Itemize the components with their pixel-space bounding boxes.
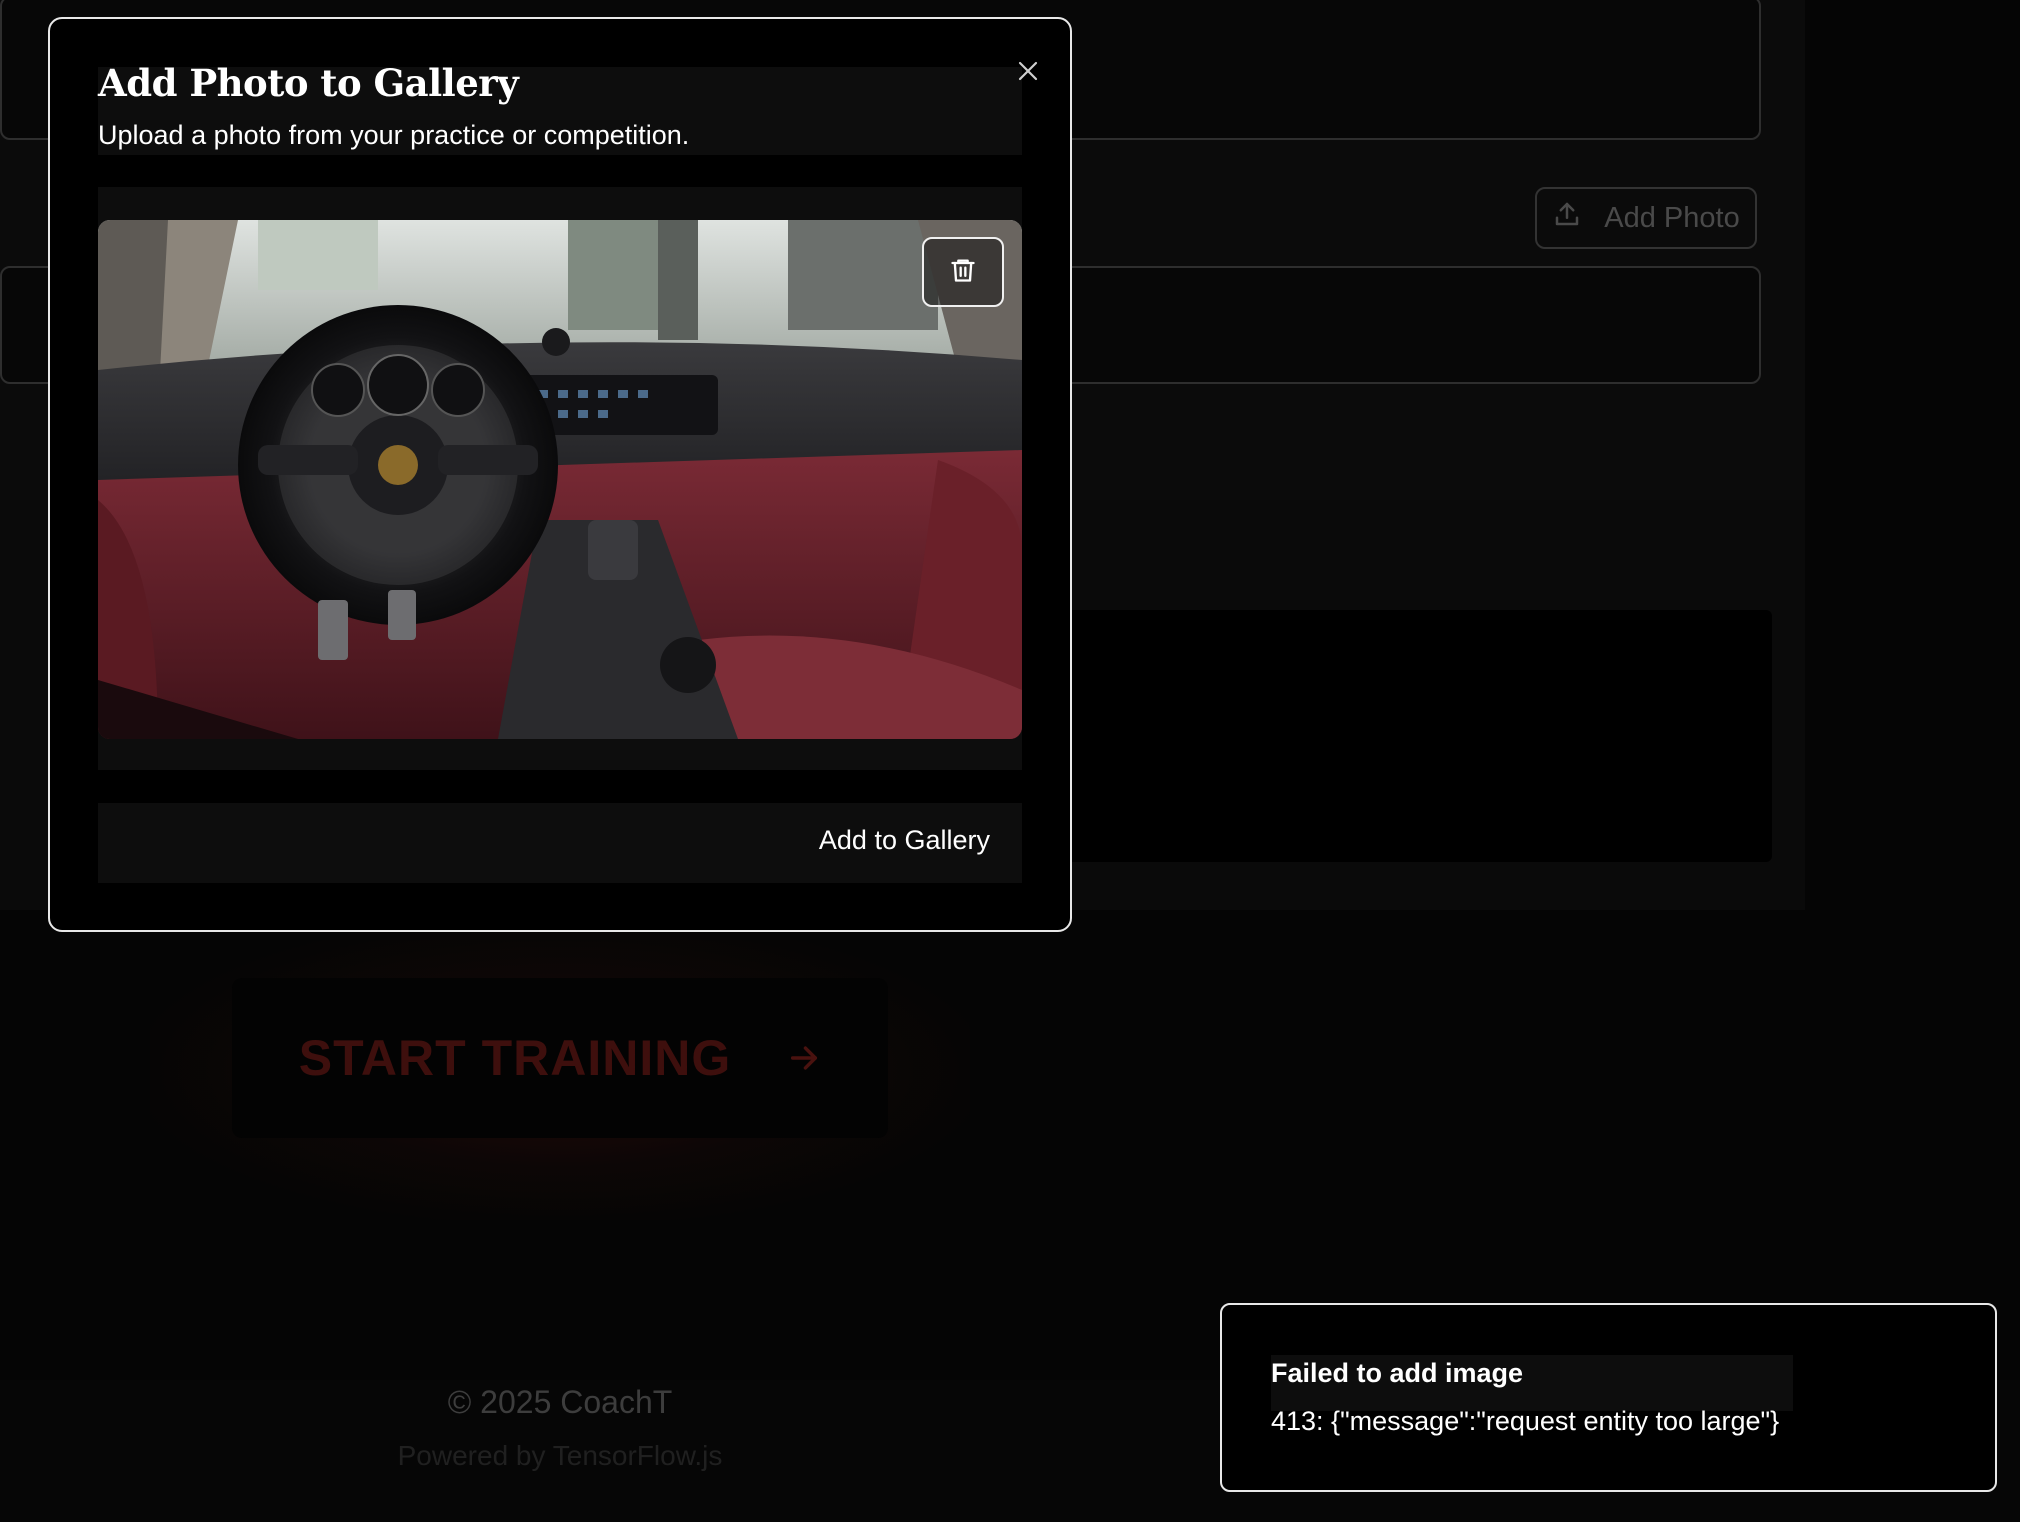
delete-photo-button[interactable] <box>922 237 1004 307</box>
arrow-right-icon <box>787 1029 821 1087</box>
close-button[interactable] <box>1008 53 1048 93</box>
footer-powered-by: Powered by TensorFlow.js <box>397 1440 723 1471</box>
photo-preview <box>98 220 1022 739</box>
start-training-button[interactable]: START TRAINING <box>232 978 888 1138</box>
add-photo-label: Add Photo <box>1604 201 1740 234</box>
dialog-footer: Add to Gallery <box>98 803 1022 883</box>
error-toast: Failed to add image 413: {"message":"req… <box>1220 1303 1997 1492</box>
dialog-subtitle: Upload a photo from your practice or com… <box>98 120 690 150</box>
add-photo-button[interactable]: Add Photo <box>1535 187 1757 249</box>
add-to-gallery-button[interactable]: Add to Gallery <box>819 825 990 856</box>
start-training-label: START TRAINING <box>298 1030 732 1086</box>
toast-title: Failed to add image <box>1271 1358 1524 1388</box>
close-icon <box>1016 59 1040 88</box>
upload-icon <box>1552 199 1582 237</box>
toast-message: 413: {"message":"request entity too larg… <box>1271 1406 1780 1436</box>
dialog-title: Add Photo to Gallery <box>98 61 519 105</box>
trash-icon <box>949 255 977 290</box>
footer-copyright: © 2025 CoachT <box>447 1384 673 1420</box>
add-photo-dialog: Add Photo to Gallery Upload a photo from… <box>48 17 1072 932</box>
